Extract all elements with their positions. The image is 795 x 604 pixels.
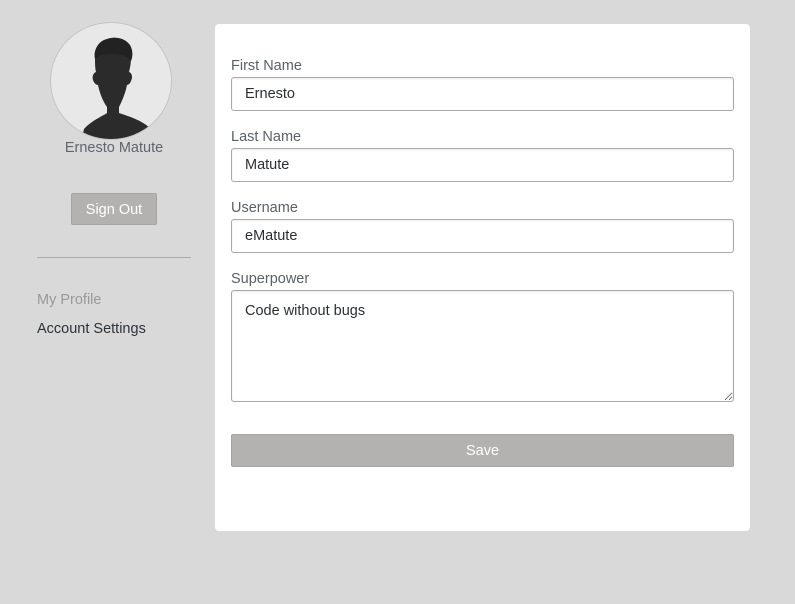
nav-item-account-settings[interactable]: Account Settings (37, 321, 146, 337)
superpower-textarea[interactable]: Code without bugs (231, 290, 734, 402)
avatar (50, 22, 172, 140)
sidebar-divider (37, 257, 191, 258)
first-name-label: First Name (231, 58, 302, 74)
sign-out-button[interactable]: Sign Out (71, 193, 157, 225)
username-label: Username (231, 200, 298, 216)
last-name-input[interactable] (231, 148, 734, 182)
last-name-label: Last Name (231, 129, 302, 145)
username-input[interactable] (231, 219, 734, 253)
user-name: Ernesto Matute (64, 140, 164, 156)
superpower-label: Superpower (231, 271, 310, 287)
save-button[interactable]: Save (231, 434, 734, 467)
profile-form-card: First Name Last Name Username Superpower… (215, 24, 750, 531)
first-name-input[interactable] (231, 77, 734, 111)
nav-item-my-profile[interactable]: My Profile (37, 292, 101, 308)
user-silhouette-icon (81, 37, 155, 139)
